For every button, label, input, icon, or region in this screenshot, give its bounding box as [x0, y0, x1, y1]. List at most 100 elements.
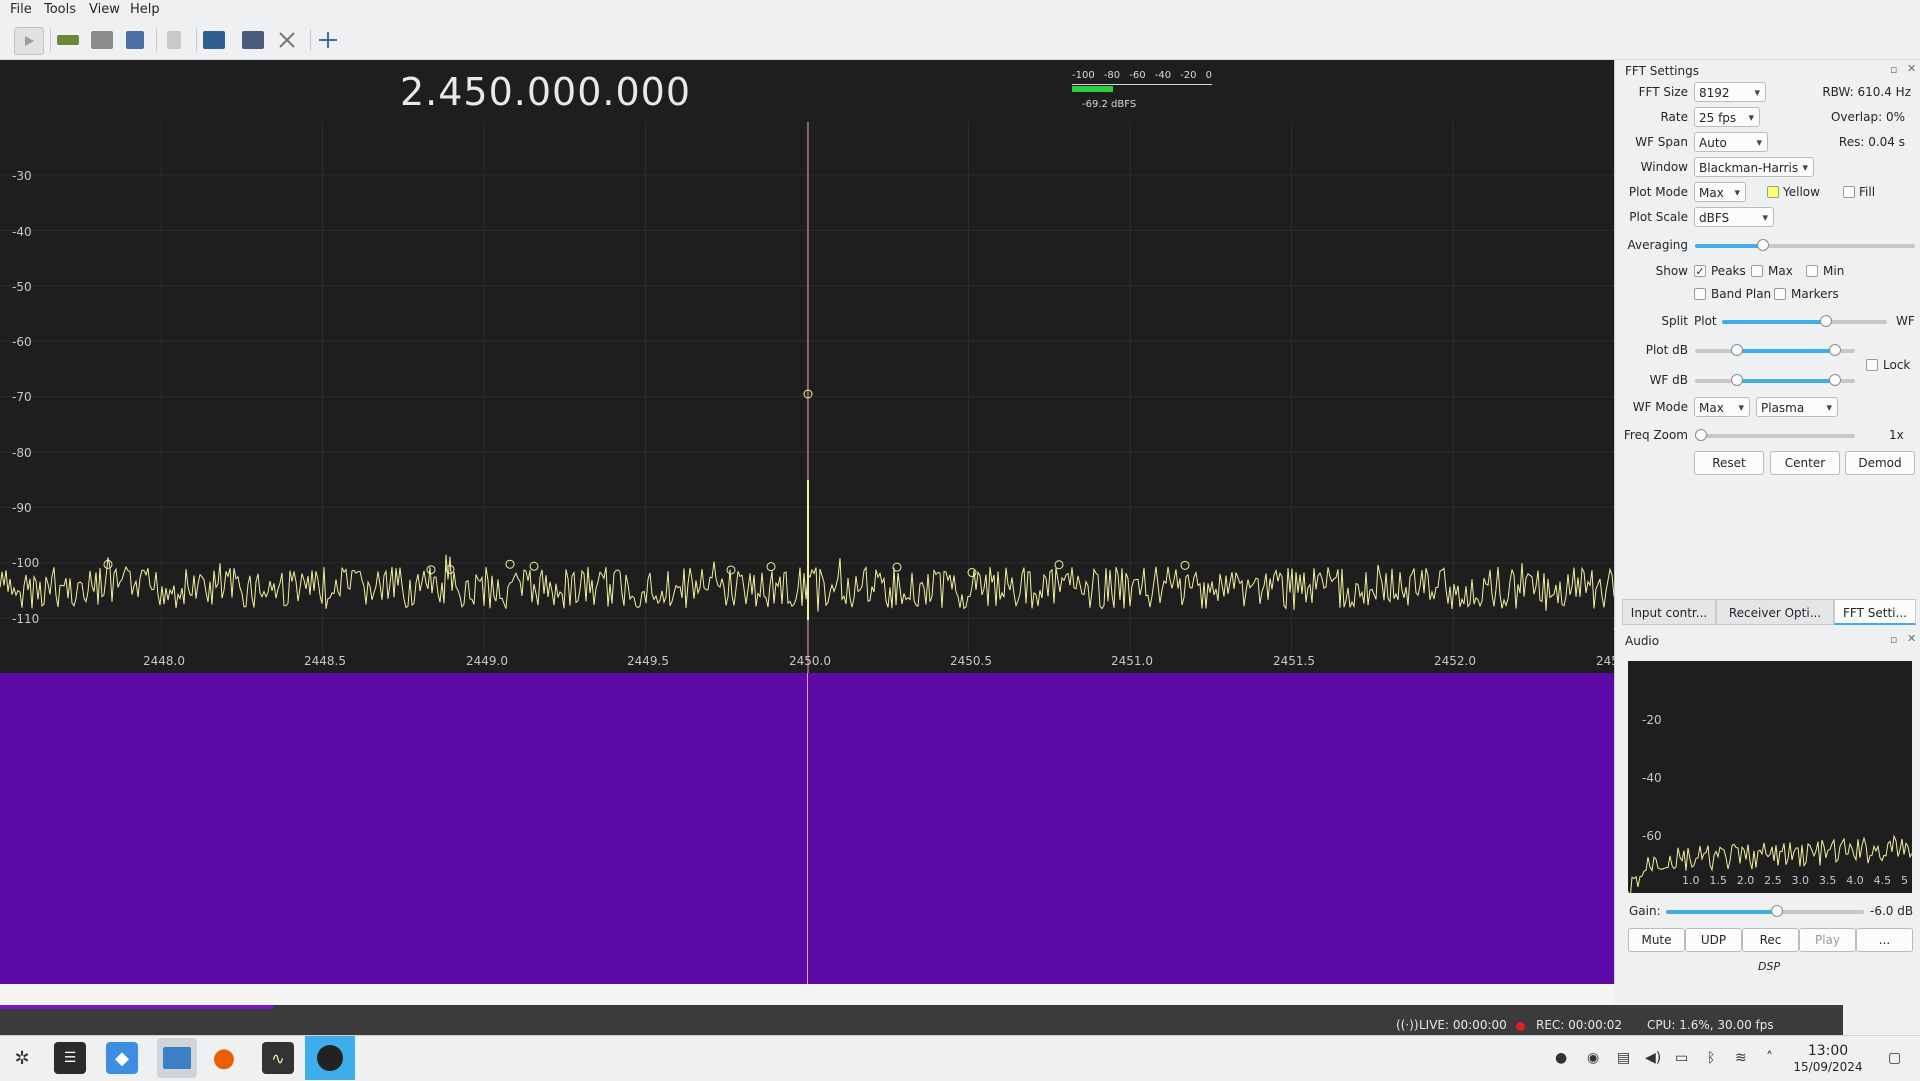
- plot-scale-combo[interactable]: dBFS: [1694, 207, 1774, 228]
- fft-size-combo[interactable]: 8192: [1694, 82, 1766, 103]
- hardware-icon: [57, 35, 79, 45]
- y-tick: -80: [12, 446, 32, 460]
- open-button[interactable]: [88, 27, 116, 53]
- plot-db-range-slider[interactable]: [1695, 344, 1855, 356]
- demod-button[interactable]: Demod: [1845, 451, 1915, 475]
- lock-label: Lock: [1883, 358, 1911, 372]
- tab-receiver-options[interactable]: Receiver Opti...: [1716, 599, 1834, 625]
- bookmark-button[interactable]: [160, 27, 188, 53]
- rec-button[interactable]: Rec: [1742, 928, 1799, 952]
- fft-size-label: FFT Size: [1638, 85, 1688, 99]
- x-tick: 2451.5: [1273, 654, 1315, 668]
- bookmark-icon: [167, 31, 181, 49]
- frequency-display[interactable]: 2.450.000.000: [400, 70, 691, 114]
- x-tick: 2451.0: [1111, 654, 1153, 668]
- discover-app-icon[interactable]: ◆: [106, 1042, 138, 1074]
- menu-view[interactable]: View: [89, 2, 120, 17]
- tray-expand-icon[interactable]: ˄: [1766, 1050, 1773, 1066]
- wf-db-range-slider[interactable]: [1695, 374, 1855, 386]
- tab-input-controls[interactable]: Input contr...: [1622, 599, 1716, 625]
- gain-slider[interactable]: [1666, 905, 1864, 917]
- clipboard-tray-icon[interactable]: ▤: [1617, 1050, 1630, 1066]
- audio-options-button[interactable]: ...: [1856, 928, 1913, 952]
- wf-db-label: WF dB: [1649, 373, 1688, 387]
- play-audio-button[interactable]: Play: [1799, 928, 1856, 952]
- udp-button[interactable]: UDP: [1685, 928, 1742, 952]
- wifi-tray-icon[interactable]: ≋: [1735, 1050, 1747, 1066]
- rate-combo[interactable]: 25 fps: [1694, 107, 1760, 128]
- vpn-tray-icon[interactable]: ◉: [1587, 1050, 1599, 1066]
- peaks-checkbox[interactable]: ✓: [1694, 265, 1706, 278]
- x-tick: 2452.0: [1434, 654, 1476, 668]
- bluetooth-tray-icon[interactable]: ᛒ: [1707, 1050, 1715, 1066]
- settings-app-icon[interactable]: ☰: [54, 1042, 86, 1074]
- peak-marker: [726, 565, 736, 575]
- tab-fft-settings[interactable]: FFT Setti...: [1834, 599, 1916, 625]
- menu-tools[interactable]: Tools: [44, 2, 76, 17]
- volume-tray-icon[interactable]: ◀): [1645, 1050, 1661, 1066]
- close-icon[interactable]: ✕: [1907, 62, 1916, 75]
- hardware-button[interactable]: [54, 27, 82, 53]
- play-button[interactable]: [14, 27, 44, 55]
- peak-marker: [892, 562, 902, 572]
- lock-checkbox[interactable]: [1866, 359, 1878, 371]
- audio-x-tick: 5: [1901, 874, 1908, 887]
- rbw-readout: RBW: 610.4 Hz: [1822, 85, 1911, 99]
- averaging-slider[interactable]: [1695, 239, 1915, 251]
- file-manager-icon[interactable]: [157, 1038, 197, 1078]
- fill-checkbox[interactable]: [1843, 186, 1855, 198]
- x-tick: 2448.0: [143, 654, 185, 668]
- meter-tick: -60: [1129, 70, 1146, 81]
- live-time: LIVE: 00:00:00: [1419, 1018, 1507, 1032]
- min-checkbox[interactable]: [1806, 265, 1818, 277]
- center-button[interactable]: Center: [1770, 451, 1840, 475]
- config-button[interactable]: [200, 27, 228, 53]
- close-icon[interactable]: ✕: [1907, 632, 1916, 645]
- yellow-color-swatch[interactable]: [1767, 186, 1779, 198]
- float-icon[interactable]: ▫: [1890, 63, 1897, 76]
- freq-zoom-value: 1x: [1889, 428, 1904, 442]
- screenshot-button[interactable]: [239, 27, 267, 53]
- firefox-icon[interactable]: ●: [208, 1042, 240, 1074]
- wf-palette-combo[interactable]: Plasma: [1756, 397, 1838, 418]
- rate-label: Rate: [1660, 110, 1688, 124]
- panel-title: Audio: [1625, 634, 1660, 648]
- fill-label: Fill: [1859, 185, 1876, 199]
- gqrx-app-icon[interactable]: ∿: [262, 1042, 294, 1074]
- app-launcher-icon[interactable]: ✲: [6, 1042, 38, 1074]
- meter-tick: -40: [1154, 70, 1172, 81]
- clock-time[interactable]: 13:00: [1792, 1043, 1864, 1059]
- obs-tray-icon[interactable]: ●: [1555, 1050, 1567, 1066]
- menu-help[interactable]: Help: [130, 2, 160, 17]
- menu-file[interactable]: File: [10, 2, 32, 17]
- audio-x-tick: 1.5: [1709, 874, 1727, 887]
- waterfall-display[interactable]: [0, 673, 1614, 984]
- max-checkbox[interactable]: [1751, 265, 1763, 277]
- wf-mode-combo[interactable]: Max: [1694, 397, 1750, 418]
- mute-button[interactable]: Mute: [1628, 928, 1685, 952]
- window-label: Window: [1640, 160, 1688, 174]
- split-slider[interactable]: [1722, 315, 1887, 327]
- wf-span-combo[interactable]: Auto: [1694, 132, 1768, 153]
- reset-button[interactable]: Reset: [1694, 451, 1764, 475]
- window-combo[interactable]: Blackman-Harris: [1694, 157, 1814, 178]
- plot-mode-combo[interactable]: Max: [1694, 182, 1746, 203]
- x-tick: 2448.5: [304, 654, 346, 668]
- clock-date[interactable]: 15/09/2024: [1792, 1060, 1864, 1074]
- wf-mode-label: WF Mode: [1632, 400, 1688, 414]
- y-tick: -50: [12, 280, 32, 294]
- float-icon[interactable]: ▫: [1890, 633, 1897, 646]
- y-tick: -60: [12, 335, 32, 349]
- obs-app-icon[interactable]: [305, 1036, 355, 1080]
- show-desktop-icon[interactable]: ▢: [1888, 1050, 1901, 1066]
- spectrum-plot[interactable]: [0, 60, 1614, 673]
- battery-tray-icon[interactable]: ▭: [1675, 1050, 1688, 1066]
- save-icon: [126, 31, 144, 49]
- y-tick: -100: [12, 556, 40, 570]
- save-button[interactable]: [121, 27, 149, 53]
- band-plan-checkbox[interactable]: [1694, 288, 1706, 300]
- markers-checkbox[interactable]: [1774, 288, 1786, 300]
- fit-button[interactable]: [314, 27, 342, 53]
- freq-zoom-slider[interactable]: [1695, 429, 1855, 441]
- tools-button[interactable]: [273, 27, 301, 53]
